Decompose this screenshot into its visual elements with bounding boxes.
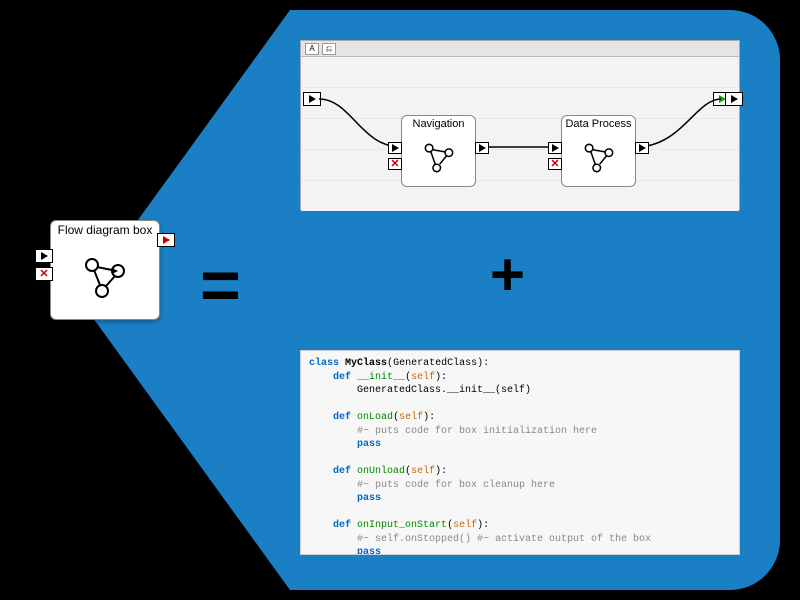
navigation-box[interactable]: Navigation ✕ (401, 115, 476, 187)
nav-out-port[interactable] (475, 142, 489, 154)
output-port-icon[interactable] (157, 233, 175, 247)
diagram-canvas[interactable]: Navigation ✕ Data Process (301, 57, 739, 211)
close-port-icon[interactable]: ✕ (35, 267, 53, 281)
graph-icon (80, 253, 130, 303)
diagram-editor[interactable]: A ⎌ Navigation ✕ (300, 40, 740, 210)
diagram-toolbar: A ⎌ (301, 41, 739, 57)
nav-box-title: Navigation (411, 116, 467, 131)
graph-icon (420, 139, 458, 177)
data-close-port[interactable]: ✕ (548, 158, 562, 170)
input-port-icon[interactable] (35, 249, 53, 263)
equals-symbol: = (200, 245, 241, 325)
data-box-title: Data Process (563, 116, 633, 131)
data-process-box[interactable]: Data Process ✕ (561, 115, 636, 187)
plus-symbol: + (490, 240, 525, 309)
flow-box-title: Flow diagram box (54, 221, 157, 238)
code-editor[interactable]: class MyClass(GeneratedClass): def __ini… (300, 350, 740, 555)
nav-close-port[interactable]: ✕ (388, 158, 402, 170)
toolbar-btn-undo[interactable]: ⎌ (322, 43, 336, 55)
toolbar-btn-person[interactable]: A (305, 43, 319, 55)
flow-diagram-box[interactable]: Flow diagram box ✕ (50, 220, 160, 320)
flow-box-body (51, 238, 159, 319)
nav-in-port[interactable] (388, 142, 402, 154)
data-in-port[interactable] (548, 142, 562, 154)
data-out-port[interactable] (635, 142, 649, 154)
wire-connections (301, 57, 741, 211)
graph-icon (580, 139, 618, 177)
